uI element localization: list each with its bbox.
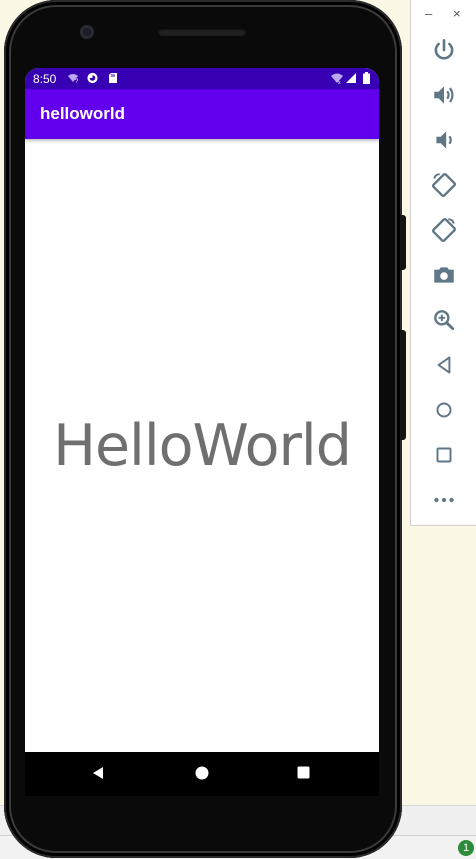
overview-icon[interactable] (431, 442, 457, 468)
svg-text:?: ? (75, 79, 79, 84)
side-volume-button (400, 330, 406, 440)
home-icon[interactable] (431, 397, 457, 423)
app-title: helloworld (40, 104, 125, 123)
power-icon[interactable] (431, 37, 457, 63)
zoom-icon[interactable] (431, 307, 457, 333)
android-navigation-bar (25, 752, 379, 796)
nav-home-icon[interactable] (195, 766, 209, 780)
volume-up-icon[interactable] (431, 82, 457, 108)
minimize-button[interactable]: – (425, 6, 432, 21)
phone-screen: 8:50 ? x helloworld HelloWorld (25, 68, 379, 752)
rotate-left-icon[interactable] (431, 172, 457, 198)
app-bar: helloworld (25, 89, 379, 139)
wifi-question-icon: ? (68, 74, 79, 84)
hello-world-text: HelloWorld (53, 413, 352, 479)
volume-down-icon[interactable] (431, 127, 457, 153)
camera-icon[interactable] (431, 262, 457, 288)
signal-icon (346, 73, 356, 83)
rotate-right-icon[interactable] (431, 217, 457, 243)
android-status-bar: 8:50 ? x (25, 68, 379, 89)
notification-badge[interactable]: 1 (458, 840, 474, 856)
close-button[interactable]: × (453, 6, 461, 21)
status-time: 8:50 (33, 72, 57, 86)
sd-card-icon (109, 73, 117, 83)
front-camera (80, 25, 94, 39)
side-power-button (400, 215, 406, 270)
emulator-toolbar: – × (410, 0, 476, 526)
nav-overview-icon[interactable] (297, 766, 310, 779)
nav-back-icon[interactable] (91, 766, 105, 780)
data-saver-icon (87, 72, 98, 84)
earpiece-speaker (158, 28, 246, 36)
battery-icon (363, 72, 370, 84)
more-icon[interactable] (431, 487, 457, 513)
wifi-icon: x (331, 73, 343, 84)
svg-text:x: x (338, 80, 341, 84)
back-icon[interactable] (431, 352, 457, 378)
